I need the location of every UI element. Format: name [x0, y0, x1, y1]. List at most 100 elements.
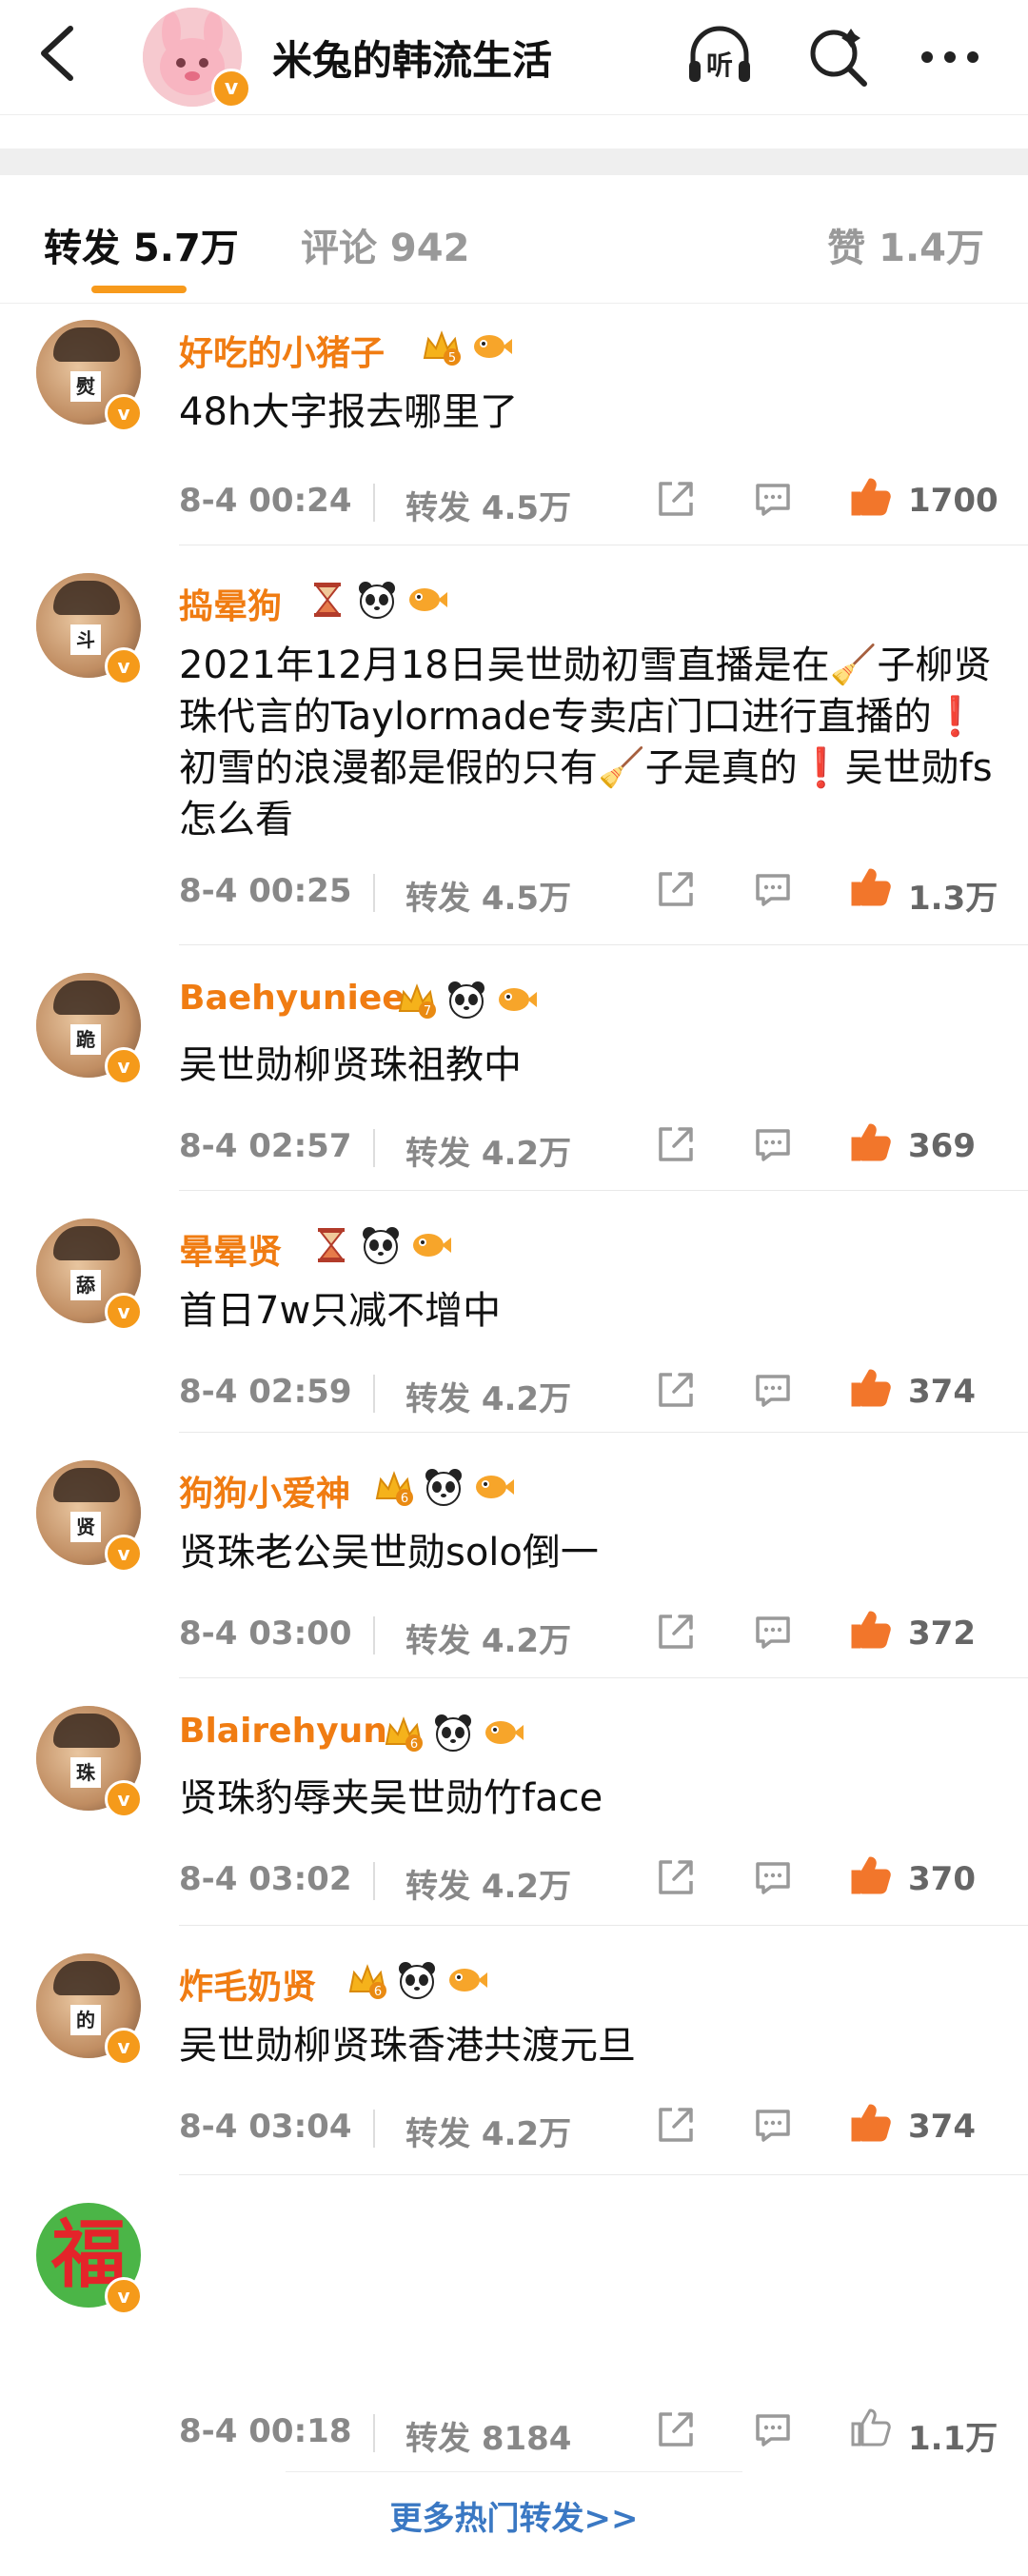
share-icon[interactable]: [653, 476, 699, 522]
verified-badge: v: [105, 2028, 143, 2066]
username[interactable]: 捣晕狗: [179, 579, 282, 628]
share-icon[interactable]: [653, 1367, 699, 1413]
meta-divider: [373, 1375, 375, 1413]
repost-count: 转发 4.2万: [405, 1622, 572, 1660]
username[interactable]: 晕晕贤: [179, 1224, 282, 1274]
tab-repost[interactable]: 转发 5.7万: [44, 217, 239, 272]
share-icon[interactable]: [653, 866, 699, 912]
comment-icon[interactable]: [750, 476, 796, 522]
panda-icon: [445, 979, 487, 1020]
like-icon[interactable]: [847, 1607, 893, 1653]
comment-icon[interactable]: [750, 1121, 796, 1167]
tab-like[interactable]: 赞 1.4万: [827, 217, 984, 272]
svg-text:6: 6: [401, 1492, 408, 1506]
repost-count: 转发 8184: [405, 2420, 572, 2458]
listen-icon[interactable]: 听: [683, 21, 756, 93]
comment-icon[interactable]: [750, 866, 796, 912]
fish-icon: [470, 326, 512, 367]
comment-icon[interactable]: [750, 1609, 796, 1655]
avatar-text: 舔: [70, 1270, 101, 1300]
post-time: 8-4 02:57: [179, 1127, 352, 1165]
panda-icon: [432, 1712, 474, 1754]
more-icon[interactable]: [914, 21, 986, 93]
section-divider: [0, 149, 1028, 175]
svg-text:5: 5: [448, 351, 456, 366]
like-count: 369: [908, 1127, 976, 1165]
share-icon[interactable]: [653, 1609, 699, 1655]
hourglass-icon: [306, 579, 348, 621]
avatar-hair: [53, 1714, 120, 1748]
panda-icon: [356, 579, 398, 621]
crown-6-icon: 6: [373, 1466, 415, 1508]
avatar-hair: [53, 327, 120, 362]
comment-icon[interactable]: [750, 2407, 796, 2452]
username[interactable]: 好吃的小猪子: [179, 326, 385, 375]
post-time: 8-4 00:18: [179, 2412, 352, 2450]
username[interactable]: 狗狗小爱神: [179, 1466, 350, 1516]
meta-divider: [373, 1129, 375, 1167]
search-icon[interactable]: [801, 21, 874, 93]
like-count: 374: [908, 1373, 976, 1411]
share-icon[interactable]: [653, 1121, 699, 1167]
panda-icon: [360, 1224, 402, 1266]
like-count: 374: [908, 2108, 976, 2146]
repost-text: 首日7w只减不增中: [179, 1289, 502, 1333]
item-divider: [179, 2174, 1028, 2175]
like-icon[interactable]: [847, 2100, 893, 2146]
comment-icon[interactable]: [750, 2102, 796, 2148]
user-badges: 5: [421, 326, 512, 367]
username[interactable]: 炸毛奶贤: [179, 1959, 316, 2009]
svg-text:6: 6: [374, 1985, 382, 1999]
item-divider: [179, 1925, 1028, 1926]
username[interactable]: Baehyuniee: [179, 979, 405, 1018]
verified-badge: v: [105, 1535, 143, 1573]
like-icon[interactable]: [847, 1365, 893, 1411]
tab-comment[interactable]: 评论 942: [301, 217, 469, 272]
post-time: 8-4 03:04: [179, 2108, 352, 2146]
crown-6-icon: 6: [383, 1712, 425, 1754]
hourglass-icon: [310, 1224, 352, 1266]
avatar-hair: [53, 1468, 120, 1502]
like-icon[interactable]: [847, 1853, 893, 1898]
panda-icon: [423, 1466, 465, 1508]
post-time: 8-4 03:02: [179, 1860, 352, 1898]
avatar-text: 斗: [70, 624, 101, 655]
repost-text: 贤珠豹辱夹吴世勋竹face: [179, 1776, 603, 1820]
fish-icon: [472, 1466, 514, 1508]
username[interactable]: Blairehyun: [179, 1712, 387, 1751]
like-icon[interactable]: [847, 864, 893, 910]
avatar-hair: [53, 1226, 120, 1260]
share-icon[interactable]: [653, 2102, 699, 2148]
share-icon[interactable]: [653, 2407, 699, 2452]
verified-badge: v: [211, 69, 251, 109]
verified-badge: v: [105, 1293, 143, 1331]
user-badges: 6: [373, 1466, 514, 1508]
avatar-text: 熨: [70, 371, 101, 402]
meta-divider: [373, 484, 375, 522]
like-icon[interactable]: [847, 2405, 893, 2450]
verified-badge: v: [105, 647, 143, 685]
comment-icon[interactable]: [750, 1367, 796, 1413]
crown-6-icon: 6: [346, 1959, 388, 2001]
repost-count: 转发 4.2万: [405, 1380, 572, 1418]
listen-label: 听: [706, 50, 733, 81]
avatar-text: 贤: [70, 1512, 101, 1542]
share-icon[interactable]: [653, 1854, 699, 1900]
like-icon[interactable]: [847, 1120, 893, 1165]
more-reposts-link[interactable]: 更多热门转发>>: [0, 2492, 1028, 2539]
meta-divider: [373, 1862, 375, 1900]
comment-icon[interactable]: [750, 1854, 796, 1900]
verified-badge: v: [105, 2277, 143, 2315]
footer-divider: [286, 2471, 742, 2472]
repost-text: 48h大字报去哪里了: [179, 390, 519, 434]
like-icon[interactable]: [847, 474, 893, 520]
user-badges: 6: [383, 1712, 524, 1754]
back-arrow-icon[interactable]: [32, 23, 82, 84]
user-badges: 6: [346, 1959, 487, 2001]
like-count: 370: [908, 1860, 976, 1898]
user-badges: 7: [396, 979, 537, 1020]
fish-icon: [482, 1712, 524, 1754]
post-time: 8-4 00:25: [179, 872, 352, 910]
svg-text:6: 6: [410, 1737, 418, 1752]
top-bar: v 米兔的韩流生活 听: [0, 0, 1028, 115]
